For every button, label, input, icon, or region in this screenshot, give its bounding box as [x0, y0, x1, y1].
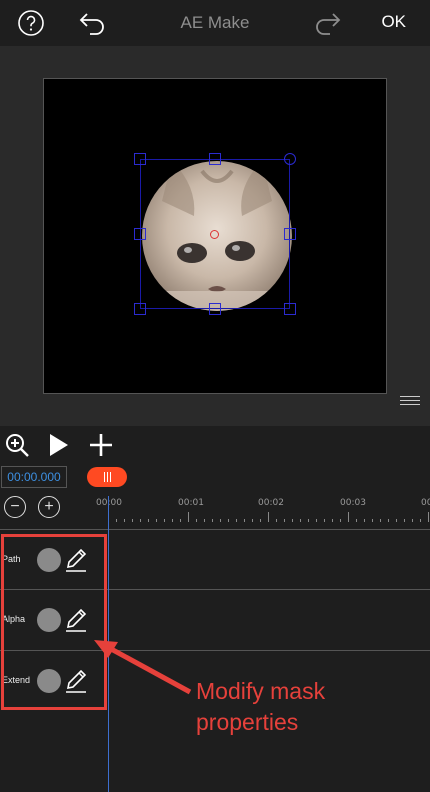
ruler-tick — [380, 519, 381, 522]
video-canvas[interactable] — [43, 78, 387, 394]
ruler-tick — [260, 519, 261, 522]
ruler-tick-label: 00:01 — [178, 498, 204, 508]
redo-icon[interactable] — [310, 6, 344, 40]
annotation-line: properties — [196, 709, 299, 735]
ruler-tick — [124, 519, 125, 522]
ruler-tick — [116, 519, 117, 522]
ruler-tick — [220, 519, 221, 522]
ruler-tick-label: 00:03 — [340, 498, 366, 508]
ruler-tick — [292, 519, 293, 522]
ruler-tick — [348, 512, 349, 522]
annotation-line: Modify mask — [196, 678, 326, 704]
zoom-in-icon[interactable] — [2, 430, 32, 460]
ruler-tick — [212, 519, 213, 522]
plus-icon[interactable] — [86, 430, 116, 460]
timeline-scrubber[interactable] — [87, 467, 127, 487]
ruler-tick — [340, 519, 341, 522]
ruler-tick — [172, 519, 173, 522]
ruler-tick — [196, 519, 197, 522]
hamburger-icon[interactable] — [400, 396, 420, 405]
ruler-tick — [204, 519, 205, 522]
zoom-in-button[interactable]: + — [38, 496, 60, 518]
play-icon[interactable] — [43, 430, 73, 460]
mask-handle-bottom-right[interactable] — [284, 303, 296, 315]
ruler-tick — [244, 519, 245, 522]
ruler-tick — [332, 519, 333, 522]
ruler-tick — [396, 519, 397, 522]
ruler-tick — [236, 519, 237, 522]
ruler-tick — [228, 519, 229, 522]
ok-button[interactable]: OK — [381, 12, 406, 32]
ruler-tick — [180, 519, 181, 522]
mask-handle-bottom[interactable] — [209, 303, 221, 315]
annotation-text: Modify mask properties — [196, 676, 325, 738]
ruler-tick — [388, 519, 389, 522]
mask-handle-bottom-left[interactable] — [134, 303, 146, 315]
ruler-tick — [156, 519, 157, 522]
ruler-tick — [420, 519, 421, 522]
ruler-tick — [164, 519, 165, 522]
ruler-tick — [404, 519, 405, 522]
timeline-ruler[interactable]: 00:00 00:01 00:02 00:03 00:04 — [96, 490, 430, 528]
ruler-tick — [276, 519, 277, 522]
preview-area — [0, 46, 430, 426]
ruler-tick — [316, 519, 317, 522]
ruler-tick — [356, 519, 357, 522]
ruler-tick — [308, 519, 309, 522]
mask-handle-left[interactable] — [134, 228, 146, 240]
ruler-tick — [300, 519, 301, 522]
ruler-tick — [412, 519, 413, 522]
ruler-tick — [148, 519, 149, 522]
mask-handle-top-left[interactable] — [134, 153, 146, 165]
top-bar: AE Make OK — [0, 0, 430, 46]
page-title: AE Make — [180, 13, 250, 32]
ruler-tick — [140, 519, 141, 522]
ruler-tick-label: 00:02 — [258, 498, 284, 508]
control-bar — [0, 426, 430, 466]
annotation-highlight-box — [1, 534, 107, 710]
ruler-tick-label: 00:04 — [421, 498, 430, 508]
ruler-tick — [252, 519, 253, 522]
ruler-tick — [284, 519, 285, 522]
ruler-tick — [428, 512, 429, 522]
mask-rotate-handle[interactable] — [284, 153, 296, 165]
ruler-tick — [324, 519, 325, 522]
zoom-out-button[interactable]: − — [4, 496, 26, 518]
timecode-display[interactable]: 00:00.000 — [1, 466, 67, 488]
ruler-tick — [268, 512, 269, 522]
ruler-tick — [372, 519, 373, 522]
mask-center-point[interactable] — [210, 230, 219, 239]
playhead-line[interactable] — [108, 496, 109, 792]
ruler-tick — [364, 519, 365, 522]
mask-handle-top[interactable] — [209, 153, 221, 165]
ruler-tick — [132, 519, 133, 522]
mask-handle-right[interactable] — [284, 228, 296, 240]
ruler-tick — [188, 512, 189, 522]
